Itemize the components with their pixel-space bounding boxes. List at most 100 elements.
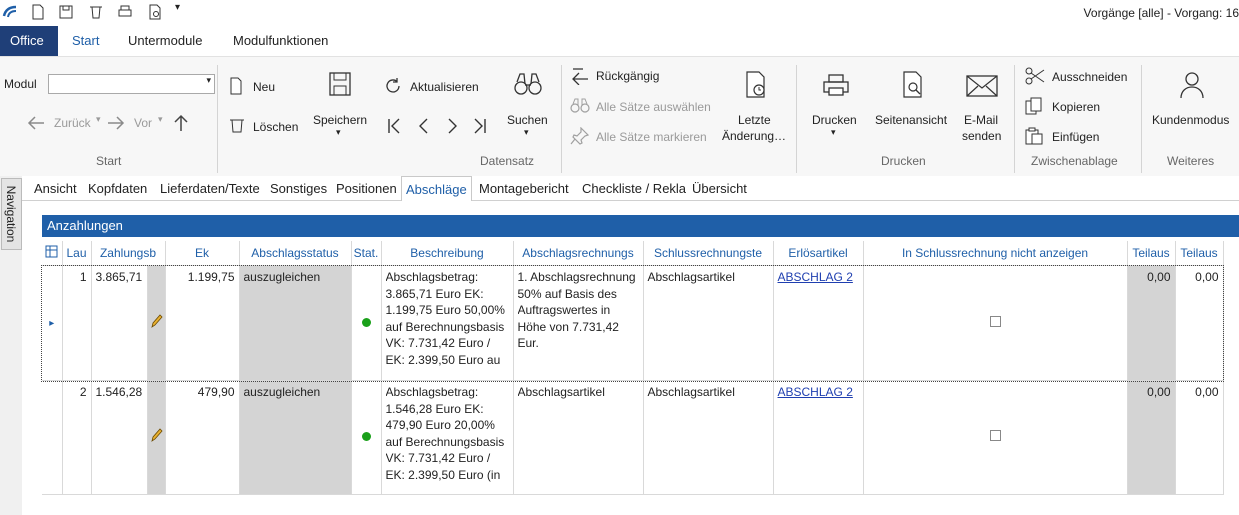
new-document-icon[interactable] <box>30 4 46 20</box>
row-selector[interactable] <box>42 380 63 495</box>
cell-teilausgleich-1[interactable]: 0,00 <box>1127 380 1176 495</box>
tab-uebersicht[interactable]: Übersicht <box>692 176 747 200</box>
cell-beschreibung[interactable]: Abschlagsbetrag: 1.546,28 Euro EK: 479,9… <box>381 380 514 495</box>
quick-access-dropdown-icon[interactable]: ▾ <box>175 2 191 18</box>
tab-sonstiges[interactable]: Sonstiges <box>270 176 327 200</box>
scissors-icon <box>1025 67 1045 85</box>
delete-icon[interactable] <box>88 4 104 20</box>
select-all-records-button[interactable]: Alle Sätze auswählen <box>570 97 720 117</box>
tab-checkliste-rekla[interactable]: Checkliste / Rekla <box>582 176 686 200</box>
status-ok-icon <box>361 432 371 442</box>
column-header-ek[interactable]: Ek <box>165 241 240 266</box>
cell-teilausgleich-2[interactable]: 0,00 <box>1175 265 1224 381</box>
arrow-left-icon <box>27 116 44 130</box>
print-button[interactable]: Drucken ▾ <box>810 71 862 143</box>
column-header-lau[interactable]: Lau <box>62 241 92 266</box>
mark-all-records-button[interactable]: Alle Sätze markieren <box>570 127 720 147</box>
cell-schlussrechnung[interactable]: Abschlagsartikel <box>643 265 774 381</box>
binoculars-gray-icon <box>570 98 590 113</box>
column-header-abschlagsrechnung[interactable]: Abschlagsrechnungs <box>513 241 644 266</box>
table-row[interactable]: 2 1.546,28 479,90 auszugleichen Abschlag… <box>42 380 1224 495</box>
edit-cell[interactable] <box>147 265 166 381</box>
hide-in-final-invoice-checkbox[interactable] <box>989 430 1001 442</box>
next-record-icon[interactable] <box>444 117 460 135</box>
last-record-icon[interactable] <box>472 117 488 135</box>
erloesartikel-link[interactable]: ABSCHLAG 2 <box>778 270 853 284</box>
ribbon-separator <box>217 65 218 173</box>
previous-record-icon[interactable] <box>416 117 432 135</box>
column-chooser[interactable] <box>42 241 63 266</box>
page-preview-icon[interactable] <box>147 4 163 20</box>
navigation-tab[interactable]: Navigation <box>1 178 22 250</box>
tab-positionen[interactable]: Positionen <box>336 176 397 200</box>
ribbon-separator <box>1141 65 1142 173</box>
cell-ek[interactable]: 479,90 <box>165 380 240 495</box>
tab-montagebericht[interactable]: Montagebericht <box>479 176 569 200</box>
print-icon[interactable] <box>117 4 133 20</box>
row-selector[interactable]: ▸ <box>42 265 63 381</box>
back-button[interactable]: Zurück ▾ <box>26 113 106 133</box>
email-send-button[interactable]: E-Mail senden <box>958 71 1008 143</box>
customer-mode-button[interactable]: Kundenmodus <box>1150 71 1234 131</box>
erloesartikel-link[interactable]: ABSCHLAG 2 <box>778 385 853 399</box>
first-record-icon[interactable] <box>386 117 402 135</box>
modul-select[interactable]: ▾ <box>48 74 215 94</box>
forward-button[interactable]: Vor ▾ <box>106 113 166 133</box>
tab-start[interactable]: Start <box>62 26 109 56</box>
column-header-erloesartikel[interactable]: Erlösartikel <box>773 241 864 266</box>
column-header-teilausgleich-1[interactable]: Teilaus <box>1127 241 1176 266</box>
column-header-zahlungsbetrag[interactable]: Zahlungsb <box>91 241 166 266</box>
tab-kopfdaten[interactable]: Kopfdaten <box>88 176 147 200</box>
copy-button[interactable]: Kopieren <box>1025 97 1135 117</box>
arrow-right-icon <box>108 116 125 130</box>
tab-lieferdaten-texte[interactable]: Lieferdaten/Texte <box>160 176 260 200</box>
cell-lau[interactable]: 1 <box>62 265 92 381</box>
save-button[interactable]: Speichern ▾ <box>310 71 372 143</box>
cell-abschlagsstatus[interactable]: auszugleichen <box>239 265 352 381</box>
cell-beschreibung[interactable]: Abschlagsbetrag: 3.865,71 Euro EK: 1.199… <box>381 265 514 381</box>
arrow-up-icon[interactable] <box>171 113 191 133</box>
cell-abschlagsstatus[interactable]: auszugleichen <box>239 380 352 495</box>
tab-abschlaege[interactable]: Abschläge <box>401 176 472 202</box>
tab-office[interactable]: Office <box>0 26 58 56</box>
refresh-button[interactable]: Aktualisieren <box>384 77 489 97</box>
tab-untermodule[interactable]: Untermodule <box>118 26 212 56</box>
page-preview-button[interactable]: Seitenansicht <box>873 71 953 131</box>
edit-cell[interactable] <box>147 380 166 495</box>
group-label-drucken: Drucken <box>881 154 926 168</box>
hide-in-final-invoice-checkbox[interactable] <box>989 315 1001 327</box>
table-row[interactable]: ▸ 1 3.865,71 1.199,75 auszugleichen Absc… <box>41 264 1224 382</box>
new-button[interactable]: Neu <box>228 77 288 97</box>
navigation-panel: Navigation <box>0 176 23 515</box>
paste-button[interactable]: Einfügen <box>1025 127 1135 147</box>
cell-erloesartikel[interactable]: ABSCHLAG 2 <box>773 265 864 381</box>
cell-schlussrechnung[interactable]: Abschlagsartikel <box>643 380 774 495</box>
cell-teilausgleich-1[interactable]: 0,00 <box>1127 265 1176 381</box>
pin-gray-icon <box>570 127 590 145</box>
cell-lau[interactable]: 2 <box>62 380 92 495</box>
column-header-stat[interactable]: Stat. <box>351 241 382 266</box>
cut-button[interactable]: Ausschneiden <box>1025 67 1135 87</box>
delete-button[interactable]: Löschen <box>228 116 303 136</box>
tab-modulfunktionen[interactable]: Modulfunktionen <box>223 26 338 56</box>
column-header-abschlagsstatus[interactable]: Abschlagsstatus <box>239 241 352 266</box>
cell-ek[interactable]: 1.199,75 <box>165 265 240 381</box>
column-header-teilausgleich-2[interactable]: Teilaus <box>1175 241 1224 266</box>
cell-zahlungsbetrag[interactable]: 3.865,71 <box>91 265 148 381</box>
cell-abschlagsrechnung[interactable]: Abschlagsartikel <box>513 380 644 495</box>
user-icon <box>1180 72 1204 99</box>
search-button[interactable]: Suchen ▾ <box>504 71 552 143</box>
undo-button[interactable]: Rückgängig <box>570 67 670 87</box>
column-header-beschreibung[interactable]: Beschreibung <box>381 241 514 266</box>
binoculars-icon <box>514 73 542 95</box>
cell-erloesartikel[interactable]: ABSCHLAG 2 <box>773 380 864 495</box>
cell-teilausgleich-2[interactable]: 0,00 <box>1175 380 1224 495</box>
cell-abschlagsrechnung[interactable]: 1. Abschlagsrechnung 50% auf Basis des A… <box>513 265 644 381</box>
last-changes-button[interactable]: Letzte Änderung… <box>720 71 790 143</box>
cell-zahlungsbetrag[interactable]: 1.546,28 <box>91 380 148 495</box>
save-icon[interactable] <box>58 4 74 20</box>
column-header-in-schlussrechnung-nicht-anzeigen[interactable]: In Schlussrechnung nicht anzeigen <box>863 241 1128 266</box>
column-header-schlussrechnung[interactable]: Schlussrechnungste <box>643 241 774 266</box>
record-tabs: Ansicht Kopfdaten Lieferdaten/Texte Sons… <box>22 176 1239 202</box>
tab-ansicht[interactable]: Ansicht <box>34 176 77 200</box>
